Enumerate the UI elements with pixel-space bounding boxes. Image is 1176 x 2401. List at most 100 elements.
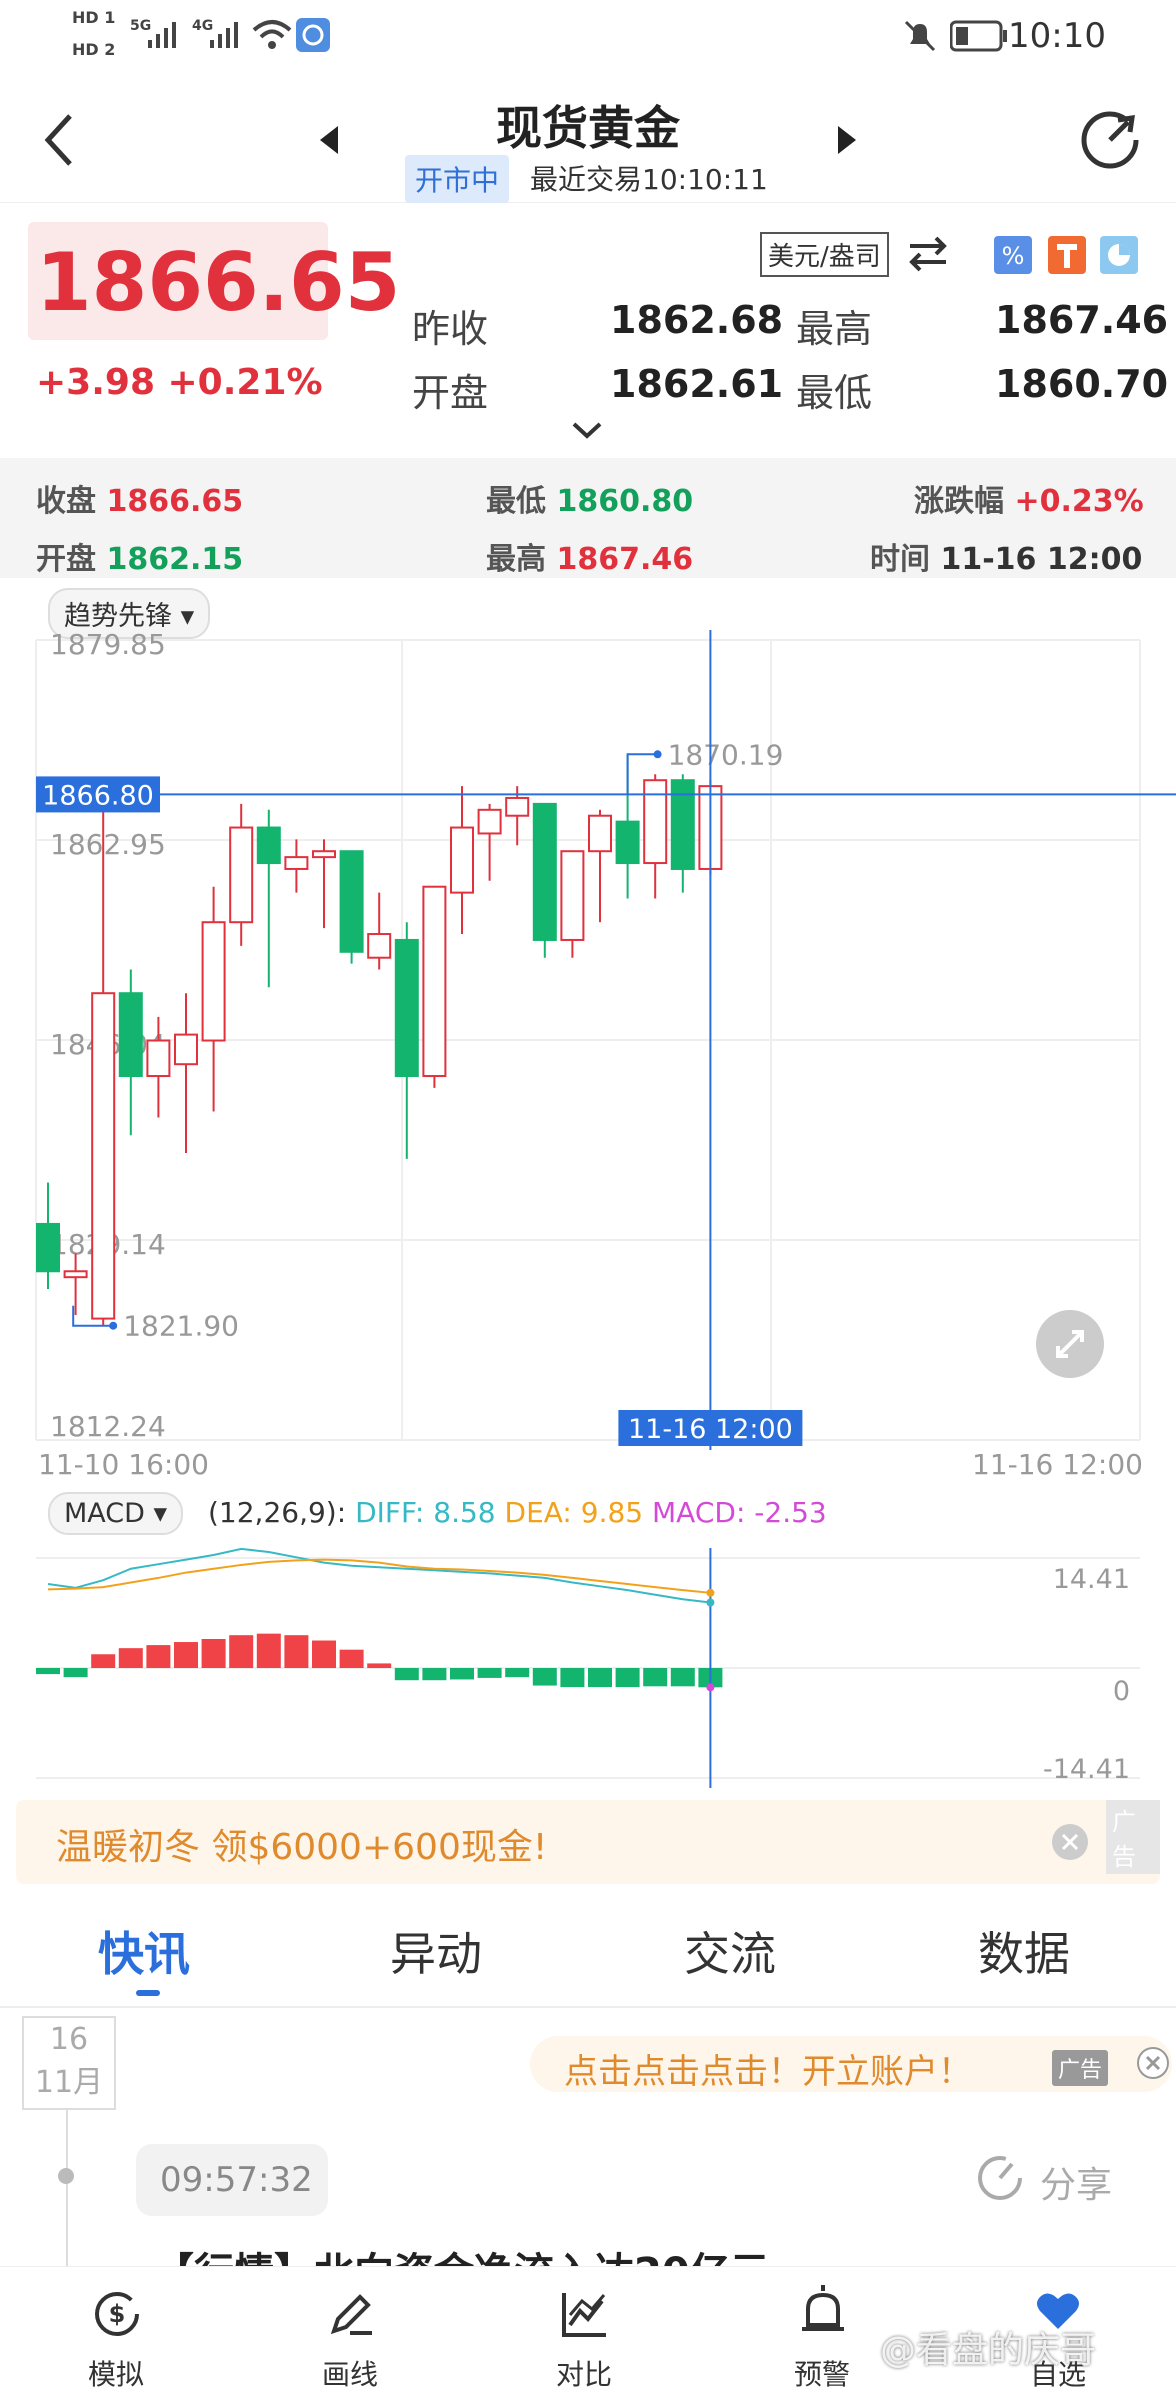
crosshair-price-label: 1866.80: [42, 780, 154, 811]
macd-bar: [118, 1648, 143, 1668]
macd-bar: [532, 1668, 557, 1686]
macd-bar: [643, 1668, 668, 1687]
clock: 10:10: [1008, 16, 1106, 56]
next-instrument-icon[interactable]: [836, 124, 858, 156]
macd-bar: [670, 1668, 695, 1687]
battery-icon: [950, 20, 1007, 52]
bottom-nav: $ 模拟 画线 对比 预警 自选 @看盘的庆哥: [0, 2266, 1176, 2401]
switch-unit-icon[interactable]: [906, 234, 950, 274]
y-tick-label: 1812.24: [50, 1410, 166, 1443]
promo-banner[interactable]: 温暖初冬 领$6000+600现金! 广告: [16, 1800, 1160, 1884]
macd-bar: [560, 1668, 585, 1688]
current-price-box: 1866.65: [28, 222, 400, 340]
diff-dot: [706, 1598, 715, 1607]
candle: [339, 850, 364, 953]
candle: [256, 826, 281, 865]
account-ad-text: 点击点击点击！开立账户！: [564, 2052, 972, 2092]
strip-low-value: 1860.80: [556, 484, 694, 519]
open-value: 1862.61: [610, 362, 784, 406]
macd-bar: [146, 1645, 171, 1668]
price-change: +3.98 +0.21%: [36, 362, 323, 403]
simulate-icon[interactable]: $: [92, 2289, 142, 2339]
unit-selector[interactable]: 美元/盎司: [760, 232, 889, 277]
tab-movement[interactable]: 异动: [390, 1918, 482, 1984]
last-trade-time: 最近交易10:10:11: [530, 163, 768, 196]
macd-dropdown[interactable]: MACD ▾: [48, 1492, 184, 1535]
candle: [312, 850, 336, 859]
strip-high-label: 最高: [486, 542, 546, 577]
signal-icon: [148, 22, 176, 48]
news-time: 09:57:32: [160, 2160, 313, 2200]
macd-bar: [174, 1642, 198, 1668]
crosshair-time-label: 11-16 12:00: [628, 1414, 793, 1445]
news-headline[interactable]: 【行情】北向资金净流入达20亿元: [154, 2240, 770, 2268]
macd-legend: (12,26,9): DIFF: 8.58 DEA: 9.85 MACD: -2…: [208, 1496, 827, 1529]
draw-line-icon[interactable]: [326, 2289, 376, 2339]
close-icon[interactable]: [1052, 1824, 1088, 1860]
macd-chart[interactable]: 14.41 0 -14.41: [0, 1548, 1176, 1788]
account-ad-banner[interactable]: 点击点击点击！开立账户！ 广告: [530, 2036, 1172, 2092]
share-icon[interactable]: [976, 2154, 1024, 2202]
candle: [560, 850, 585, 941]
candle: [284, 856, 309, 870]
high-value: 1867.46: [995, 298, 1169, 342]
strip-close-label: 收盘: [36, 484, 96, 519]
y-tick-label: 1879.85: [50, 630, 166, 661]
candle: [588, 814, 612, 853]
tab-data[interactable]: 数据: [978, 1918, 1070, 1984]
news-headline-clip: 【行情】北向资金净流入达20亿元: [154, 2240, 1054, 2268]
news-time-chip: 09:57:32: [136, 2144, 328, 2216]
macd-bar: [229, 1635, 254, 1668]
strip-low-label: 最低: [486, 484, 546, 519]
candle: [367, 933, 392, 959]
nav-draw[interactable]: 画线: [322, 2353, 378, 2393]
candle: [532, 802, 557, 941]
tab-discussion[interactable]: 交流: [684, 1918, 776, 1984]
candle: [91, 992, 116, 1320]
tower-tool-icon[interactable]: [1048, 236, 1086, 274]
macd-bar: [256, 1633, 281, 1668]
wifi-icon: [252, 20, 292, 49]
macd-bar: [422, 1668, 447, 1681]
share-label[interactable]: 分享: [1040, 2156, 1112, 2208]
candle-info-strip: 收盘 1866.65 最低 1860.80 涨跌幅 +0.23% 开盘 1862…: [0, 458, 1176, 578]
timeline-line: [66, 2110, 68, 2270]
macd-diff: DIFF: 8.58: [355, 1496, 496, 1529]
candle: [643, 779, 668, 865]
nav-simulate[interactable]: 模拟: [88, 2353, 144, 2393]
candle: [505, 796, 530, 817]
svg-text:$: $: [109, 2300, 126, 2328]
tab-newsflash[interactable]: 快讯: [98, 1918, 190, 1984]
strip-high-value: 1867.46: [556, 542, 694, 577]
pie-tool-icon[interactable]: [1100, 236, 1138, 274]
high-label: 最高: [796, 307, 873, 351]
x-axis-end: 11-16 12:00: [972, 1448, 1143, 1481]
strip-open-value: 1862.15: [106, 542, 244, 577]
macd-bar: [339, 1649, 364, 1668]
candle: [229, 826, 254, 924]
refresh-icon[interactable]: [1078, 108, 1142, 172]
diff-line: [47, 1548, 711, 1604]
macd-y-label: 0: [1113, 1676, 1130, 1707]
compare-icon[interactable]: [560, 2289, 610, 2339]
macd-bar: [450, 1668, 474, 1680]
macd-bar: [284, 1635, 309, 1668]
candlestick-chart[interactable]: 1879.851862.951846.041829.141812.241870.…: [0, 630, 1176, 1450]
percent-tool-icon[interactable]: %: [994, 236, 1032, 274]
macd-bar: [367, 1663, 392, 1668]
fullscreen-icon[interactable]: [1036, 1310, 1104, 1378]
date-month: 11月: [34, 2065, 104, 2100]
macd-bar: [201, 1638, 226, 1668]
macd-bar: [312, 1640, 336, 1668]
candle: [36, 1222, 60, 1273]
alert-icon[interactable]: [798, 2285, 848, 2339]
hd1-indicator: HD 1: [72, 8, 116, 27]
close-icon[interactable]: [1136, 2046, 1170, 2080]
nav-alert[interactable]: 预警: [794, 2353, 850, 2393]
strip-time-value: 11-16 12:00: [940, 542, 1143, 577]
nav-compare[interactable]: 对比: [556, 2353, 612, 2393]
macd-y-label: 14.41: [1053, 1564, 1130, 1595]
candle: [450, 826, 474, 894]
expand-chevron-icon[interactable]: [570, 420, 604, 440]
promo-text: 温暖初冬 领$6000+600现金!: [56, 1827, 548, 1868]
